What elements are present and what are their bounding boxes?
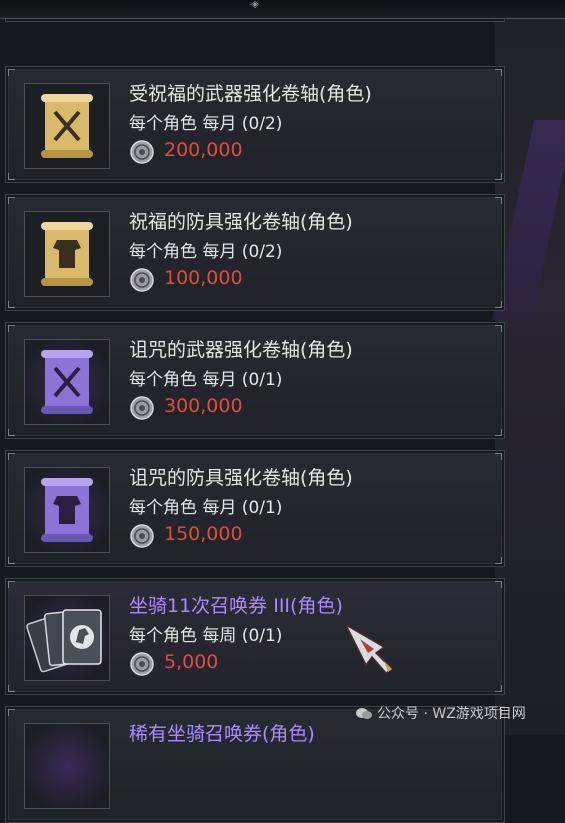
item-icon-box [24,339,110,425]
watermark: 公众号 · WZ游戏项目网 [349,702,532,726]
item-price: 5,000 [164,651,219,673]
purchase-limit: 每个角色 每月 (0/2) [129,242,283,262]
shop-item-card[interactable]: 受祝福的武器强化卷轴(角色) 每个角色 每月 (0/2) 200,000 [5,66,505,183]
purple-armor-scroll-icon [41,478,93,542]
shop-item-card[interactable]: 坐骑11次召唤券 III(角色) 每个角色 每周 (0/1) 5,000 [5,578,505,695]
gold-weapon-scroll-icon [41,94,93,158]
silver-coin-icon [130,268,154,292]
purchase-limit: 每个角色 每月 (0/2) [129,114,283,134]
watermark-text: 公众号 · WZ游戏项目网 [377,706,526,722]
purchase-limit: 每个角色 每月 (0/1) [129,498,283,518]
wechat-icon [356,708,372,719]
top-frame-bar: ◈ [0,0,565,19]
item-icon-box [24,467,110,553]
item-title: 稀有坐骑召唤券(角色) [129,723,315,745]
silver-coin-icon [130,652,154,676]
item-price: 300,000 [164,395,243,417]
mount-summon-cards-icon [26,609,102,673]
shop-item-card[interactable]: 祝福的防具强化卷轴(角色) 每个角色 每月 (0/2) 100,000 [5,194,505,311]
gold-armor-scroll-icon [41,222,93,286]
item-title: 祝福的防具强化卷轴(角色) [129,211,353,233]
item-title: 坐骑11次召唤券 III(角色) [129,595,343,617]
item-title: 受祝福的武器强化卷轴(角色) [129,83,372,105]
shop-item-card[interactable]: 诅咒的防具强化卷轴(角色) 每个角色 每月 (0/1) 150,000 [5,450,505,567]
shop-item-card[interactable]: 诅咒的武器强化卷轴(角色) 每个角色 每月 (0/1) 300,000 [5,322,505,439]
item-title: 诅咒的武器强化卷轴(角色) [129,339,353,361]
purple-weapon-scroll-icon [41,350,93,414]
background-scenery [495,0,565,735]
item-icon-box [24,595,110,681]
silver-coin-icon [130,140,154,164]
purchase-limit: 每个角色 每周 (0/1) [129,626,283,646]
silver-coin-icon [130,396,154,420]
item-price: 150,000 [164,523,243,545]
item-title: 诅咒的防具强化卷轴(角色) [129,467,353,489]
item-icon-partial [24,723,110,809]
item-icon-box [24,211,110,297]
item-icon-box [24,83,110,169]
purchase-limit: 每个角色 每月 (0/1) [129,370,283,390]
game-cursor-icon [344,623,394,674]
item-price: 100,000 [164,267,243,289]
ornament-icon: ◈ [251,0,259,10]
item-price: 200,000 [164,139,243,161]
silver-coin-icon [130,524,154,548]
